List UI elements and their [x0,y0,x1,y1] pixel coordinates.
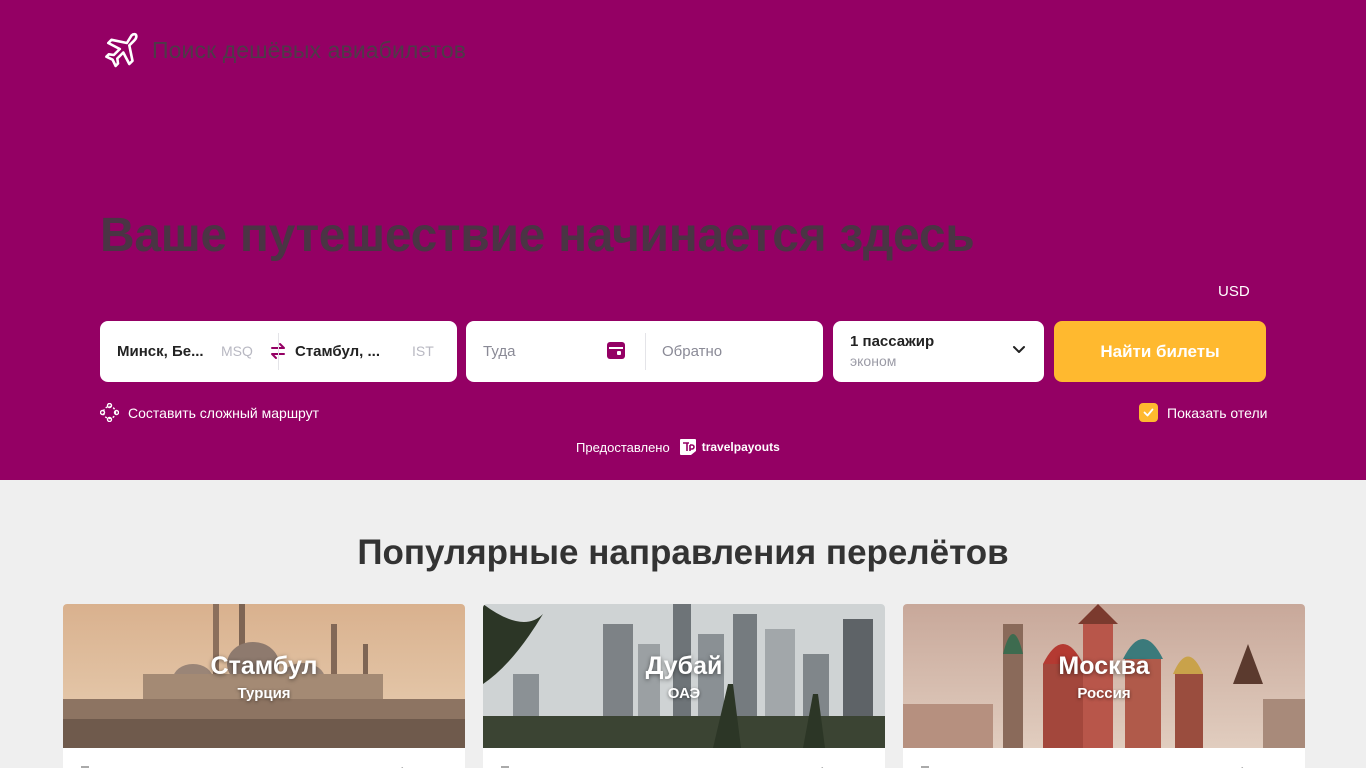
dates-divider [645,333,646,370]
chevron-down-icon [1013,346,1025,353]
provider-prefix: Предоставлено [576,439,670,455]
destination-country-name: Россия [1077,685,1131,702]
show-hotels-checkbox[interactable]: Показать отели [1139,403,1267,422]
show-hotels-label: Показать отели [1167,404,1268,421]
route-field-group: Минск, Бе... MSQ Стамбул, ... IST [100,321,457,382]
destination-city: Стамбул, ... [295,343,380,360]
complex-route-label: Составить сложный маршрут [128,404,320,421]
destination-card[interactable]: Дубай ОАЭ ⇄ [483,604,885,768]
destination-city-name: Дубай [645,652,723,680]
swap-arrows-icon: ⇄ [815,764,825,768]
destination-iata: IST [412,343,434,359]
calendar-icon[interactable] [606,340,626,360]
swap-arrows-icon: ⇄ [395,764,405,768]
card-footer: ⇄ [903,748,1305,768]
airplane-icon [105,32,138,68]
swap-arrows-icon: ⇄ [1235,764,1245,768]
passengers-count: 1 пассажир [850,333,935,350]
destination-city-name: Москва [1058,652,1150,680]
route-divider [278,333,279,370]
brand-logo[interactable]: Поиск дешёвых авиабилетов [100,30,466,70]
card-footer: ⇄ [483,748,885,768]
brand-name: Поиск дешёвых авиабилетов [152,36,467,63]
depart-date-field[interactable]: Туда [483,321,653,382]
provider-name: travelpayouts [701,440,780,454]
card-footer: ⇄ [63,748,465,768]
popular-destinations-title: Популярные направления перелётов [357,533,1009,572]
return-date-field[interactable]: Обратно [662,321,812,382]
hero-section: Поиск дешёвых авиабилетов Ваше путешеств… [0,0,1366,480]
currency-selector[interactable]: USD [1218,283,1250,300]
travelpayouts-logo[interactable]: travelpayouts [678,437,780,457]
dates-field-group: Туда Обратно [466,321,823,382]
origin-city: Минск, Бе... [117,343,204,360]
travelpayouts-icon [679,439,696,455]
search-tickets-button[interactable]: Найти билеты [1054,321,1266,382]
destination-city-name: Стамбул [210,652,318,680]
cabin-class: эконом [850,353,897,369]
return-placeholder: Обратно [662,343,723,360]
route-points-icon [100,403,119,422]
complex-route-link[interactable]: Составить сложный маршрут [100,403,319,422]
page-title: Ваше путешествие начинается здесь [100,209,975,262]
destination-country-name: ОАЭ [667,685,701,702]
provider-credit: Предоставлено travelpayouts [576,437,780,457]
destination-country-name: Турция [237,685,291,702]
checkmark-icon [1139,403,1158,422]
destination-card[interactable]: Стамбул Турция ⇄ [63,604,465,768]
origin-field[interactable]: Минск, Бе... [117,321,237,382]
depart-placeholder: Туда [483,343,516,360]
passengers-dropdown[interactable]: 1 пассажир эконом [833,321,1044,382]
origin-iata: MSQ [221,343,253,359]
destination-card[interactable]: Москва Россия ⇄ [903,604,1305,768]
destination-field[interactable]: Стамбул, ... [295,321,405,382]
